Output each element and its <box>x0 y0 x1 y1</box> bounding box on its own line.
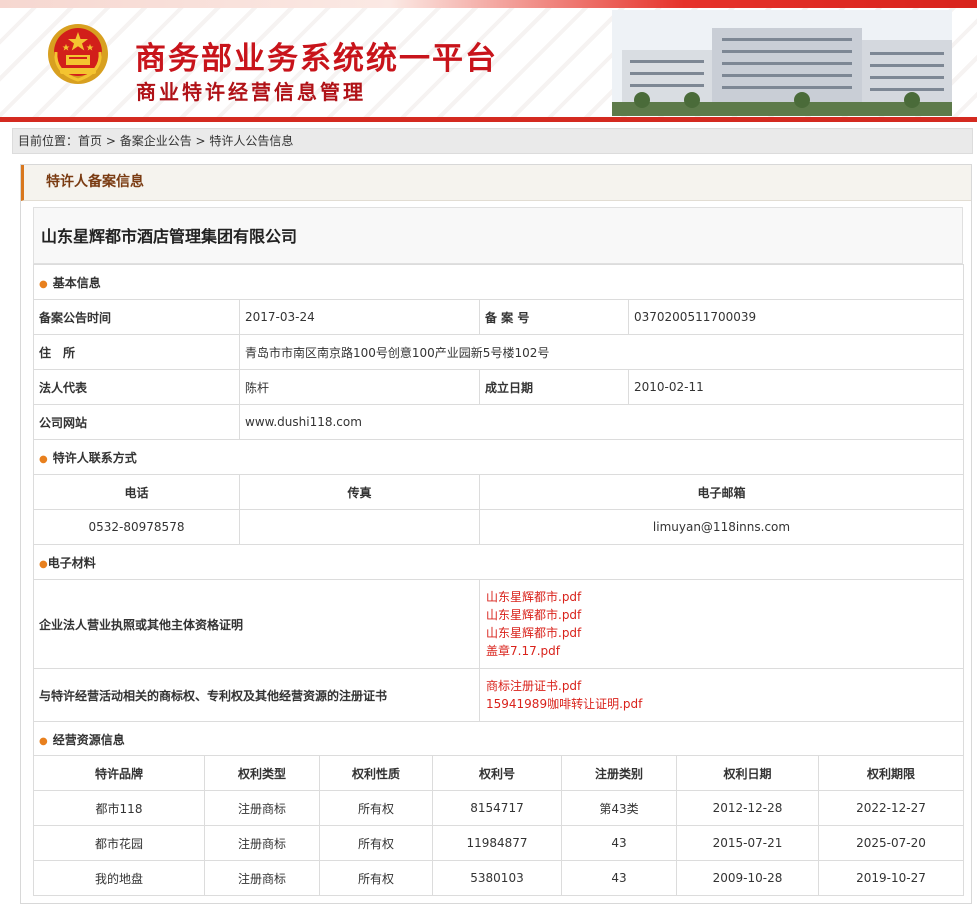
national-emblem-icon <box>48 24 108 84</box>
bullet-icon: ● <box>39 735 48 747</box>
bullet-icon: ● <box>39 453 48 465</box>
table-row: 都市花园 注册商标 所有权 11984877 43 2015-07-21 202… <box>33 825 964 861</box>
table-cell: 2012-12-28 <box>676 790 819 826</box>
phone-value: 0532-80978578 <box>33 509 240 545</box>
company-name: 山东星辉都市酒店管理集团有限公司 <box>33 207 963 264</box>
website-label: 公司网站 <box>33 404 240 440</box>
column-header: 权利期限 <box>818 755 964 791</box>
table-cell: 所有权 <box>319 825 433 861</box>
table-cell: 都市花园 <box>33 825 205 861</box>
license-files: 山东星辉都市.pdf 山东星辉都市.pdf 山东星辉都市.pdf 盖章7.17.… <box>479 579 964 669</box>
file-link[interactable]: 山东星辉都市.pdf <box>486 606 963 624</box>
record-date-label: 备案公告时间 <box>33 299 240 335</box>
table-cell: 注册商标 <box>204 790 320 826</box>
website-value: www.dushi118.com <box>239 404 964 440</box>
breadcrumb-prefix: 目前位置： <box>18 134 79 148</box>
fax-value <box>239 509 480 545</box>
address-label: 住 所 <box>33 334 240 370</box>
legal-rep-value: 陈杆 <box>239 369 480 405</box>
table-cell: 2009-10-28 <box>676 860 819 896</box>
column-header: 注册类别 <box>561 755 677 791</box>
breadcrumb: 目前位置：首页 > 备案企业公告 > 特许人公告信息 <box>12 128 973 154</box>
email-value: limuyan@118inns.com <box>479 509 964 545</box>
basic-info-section-row: ● 基本信息 <box>33 264 964 300</box>
bullet-icon: ● <box>39 278 48 290</box>
contact-section-row: ● 特许人联系方式 <box>33 439 964 475</box>
table-row: 住 所 青岛市市南区南京路100号创意100产业园新5号楼102号 <box>33 334 964 370</box>
breadcrumb-home-link[interactable]: 首页 <box>78 134 102 148</box>
banner-top-strip <box>0 0 977 8</box>
table-row: 都市118 注册商标 所有权 8154717 第43类 2012-12-28 2… <box>33 790 964 826</box>
table-cell: 都市118 <box>33 790 205 826</box>
record-number-label: 备 案 号 <box>479 299 629 335</box>
table-cell: 注册商标 <box>204 825 320 861</box>
table-row: 法人代表 陈杆 成立日期 2010-02-11 <box>33 369 964 405</box>
materials-section-row: ●电子材料 <box>33 544 964 580</box>
file-link[interactable]: 山东星辉都市.pdf <box>486 588 963 606</box>
breadcrumb-current: 特许人公告信息 <box>209 134 294 148</box>
contact-header-row: 电话 传真 电子邮箱 <box>33 474 964 510</box>
phone-label: 电话 <box>33 474 240 510</box>
record-number-value: 0370200511700039 <box>628 299 964 335</box>
system-subtitle: 商业特许经营信息管理 <box>136 80 366 104</box>
resources-section-row: ● 经营资源信息 <box>33 721 964 757</box>
founded-date-label: 成立日期 <box>479 369 629 405</box>
breadcrumb-notice-link[interactable]: 备案企业公告 <box>120 134 192 148</box>
basic-info-heading: 基本信息 <box>52 275 101 290</box>
table-cell: 43 <box>561 860 677 896</box>
table-cell: 2025-07-20 <box>818 825 964 861</box>
panel-title: 特许人备案信息 <box>21 165 971 201</box>
column-header: 权利号 <box>432 755 562 791</box>
table-cell: 43 <box>561 825 677 861</box>
table-cell: 2015-07-21 <box>676 825 819 861</box>
table-cell: 注册商标 <box>204 860 320 896</box>
resources-header-row: 特许品牌 权利类型 权利性质 权利号 注册类别 权利日期 权利期限 <box>33 755 964 791</box>
table-row: 我的地盘 注册商标 所有权 5380103 43 2009-10-28 2019… <box>33 860 964 896</box>
record-date-value: 2017-03-24 <box>239 299 480 335</box>
license-label: 企业法人营业执照或其他主体资格证明 <box>33 579 480 669</box>
column-header: 权利性质 <box>319 755 433 791</box>
table-cell: 8154717 <box>432 790 562 826</box>
file-link[interactable]: 盖章7.17.pdf <box>486 642 963 660</box>
table-cell: 所有权 <box>319 790 433 826</box>
system-title: 商务部业务系统统一平台 <box>135 41 498 77</box>
header-banner: 商务部业务系统统一平台 商业特许经营信息管理 <box>0 0 977 122</box>
file-link[interactable]: 商标注册证书.pdf <box>486 677 963 695</box>
bullet-icon: ● <box>39 558 48 570</box>
table-cell: 第43类 <box>561 790 677 826</box>
materials-heading: 电子材料 <box>47 555 96 570</box>
fax-label: 传真 <box>239 474 480 510</box>
table-cell: 所有权 <box>319 860 433 896</box>
franchisor-panel: 特许人备案信息 山东星辉都市酒店管理集团有限公司 ● 基本信息 备案公告时间 20… <box>20 164 972 904</box>
address-value: 青岛市市南区南京路100号创意100产业园新5号楼102号 <box>239 334 964 370</box>
breadcrumb-separator: > <box>191 134 210 148</box>
info-table: ● 基本信息 备案公告时间 2017-03-24 备 案 号 0370200511… <box>33 264 964 757</box>
table-row: 公司网站 www.dushi118.com <box>33 404 964 440</box>
table-row: 备案公告时间 2017-03-24 备 案 号 0370200511700039 <box>33 299 964 335</box>
table-cell: 2022-12-27 <box>818 790 964 826</box>
trademark-files: 商标注册证书.pdf 15941989咖啡转让证明.pdf <box>479 668 964 722</box>
table-cell: 2019-10-27 <box>818 860 964 896</box>
file-link[interactable]: 15941989咖啡转让证明.pdf <box>486 695 963 713</box>
trademark-label: 与特许经营活动相关的商标权、专利权及其他经营资源的注册证书 <box>33 668 480 722</box>
table-cell: 5380103 <box>432 860 562 896</box>
contact-value-row: 0532-80978578 limuyan@118inns.com <box>33 509 964 545</box>
banner-bottom-line <box>0 117 977 122</box>
table-row: 与特许经营活动相关的商标权、专利权及其他经营资源的注册证书 商标注册证书.pdf… <box>33 668 964 722</box>
resources-heading: 经营资源信息 <box>52 732 125 747</box>
column-header: 特许品牌 <box>33 755 205 791</box>
contact-heading: 特许人联系方式 <box>52 450 137 465</box>
column-header: 权利类型 <box>204 755 320 791</box>
breadcrumb-separator: > <box>102 134 120 148</box>
resources-table: 特许品牌 权利类型 权利性质 权利号 注册类别 权利日期 权利期限 都市118 … <box>33 755 964 896</box>
legal-rep-label: 法人代表 <box>33 369 240 405</box>
file-link[interactable]: 山东星辉都市.pdf <box>486 624 963 642</box>
email-label: 电子邮箱 <box>479 474 964 510</box>
table-row: 企业法人营业执照或其他主体资格证明 山东星辉都市.pdf 山东星辉都市.pdf … <box>33 579 964 669</box>
column-header: 权利日期 <box>676 755 819 791</box>
table-cell: 我的地盘 <box>33 860 205 896</box>
founded-date-value: 2010-02-11 <box>628 369 964 405</box>
ministry-building-image <box>612 10 952 116</box>
table-cell: 11984877 <box>432 825 562 861</box>
